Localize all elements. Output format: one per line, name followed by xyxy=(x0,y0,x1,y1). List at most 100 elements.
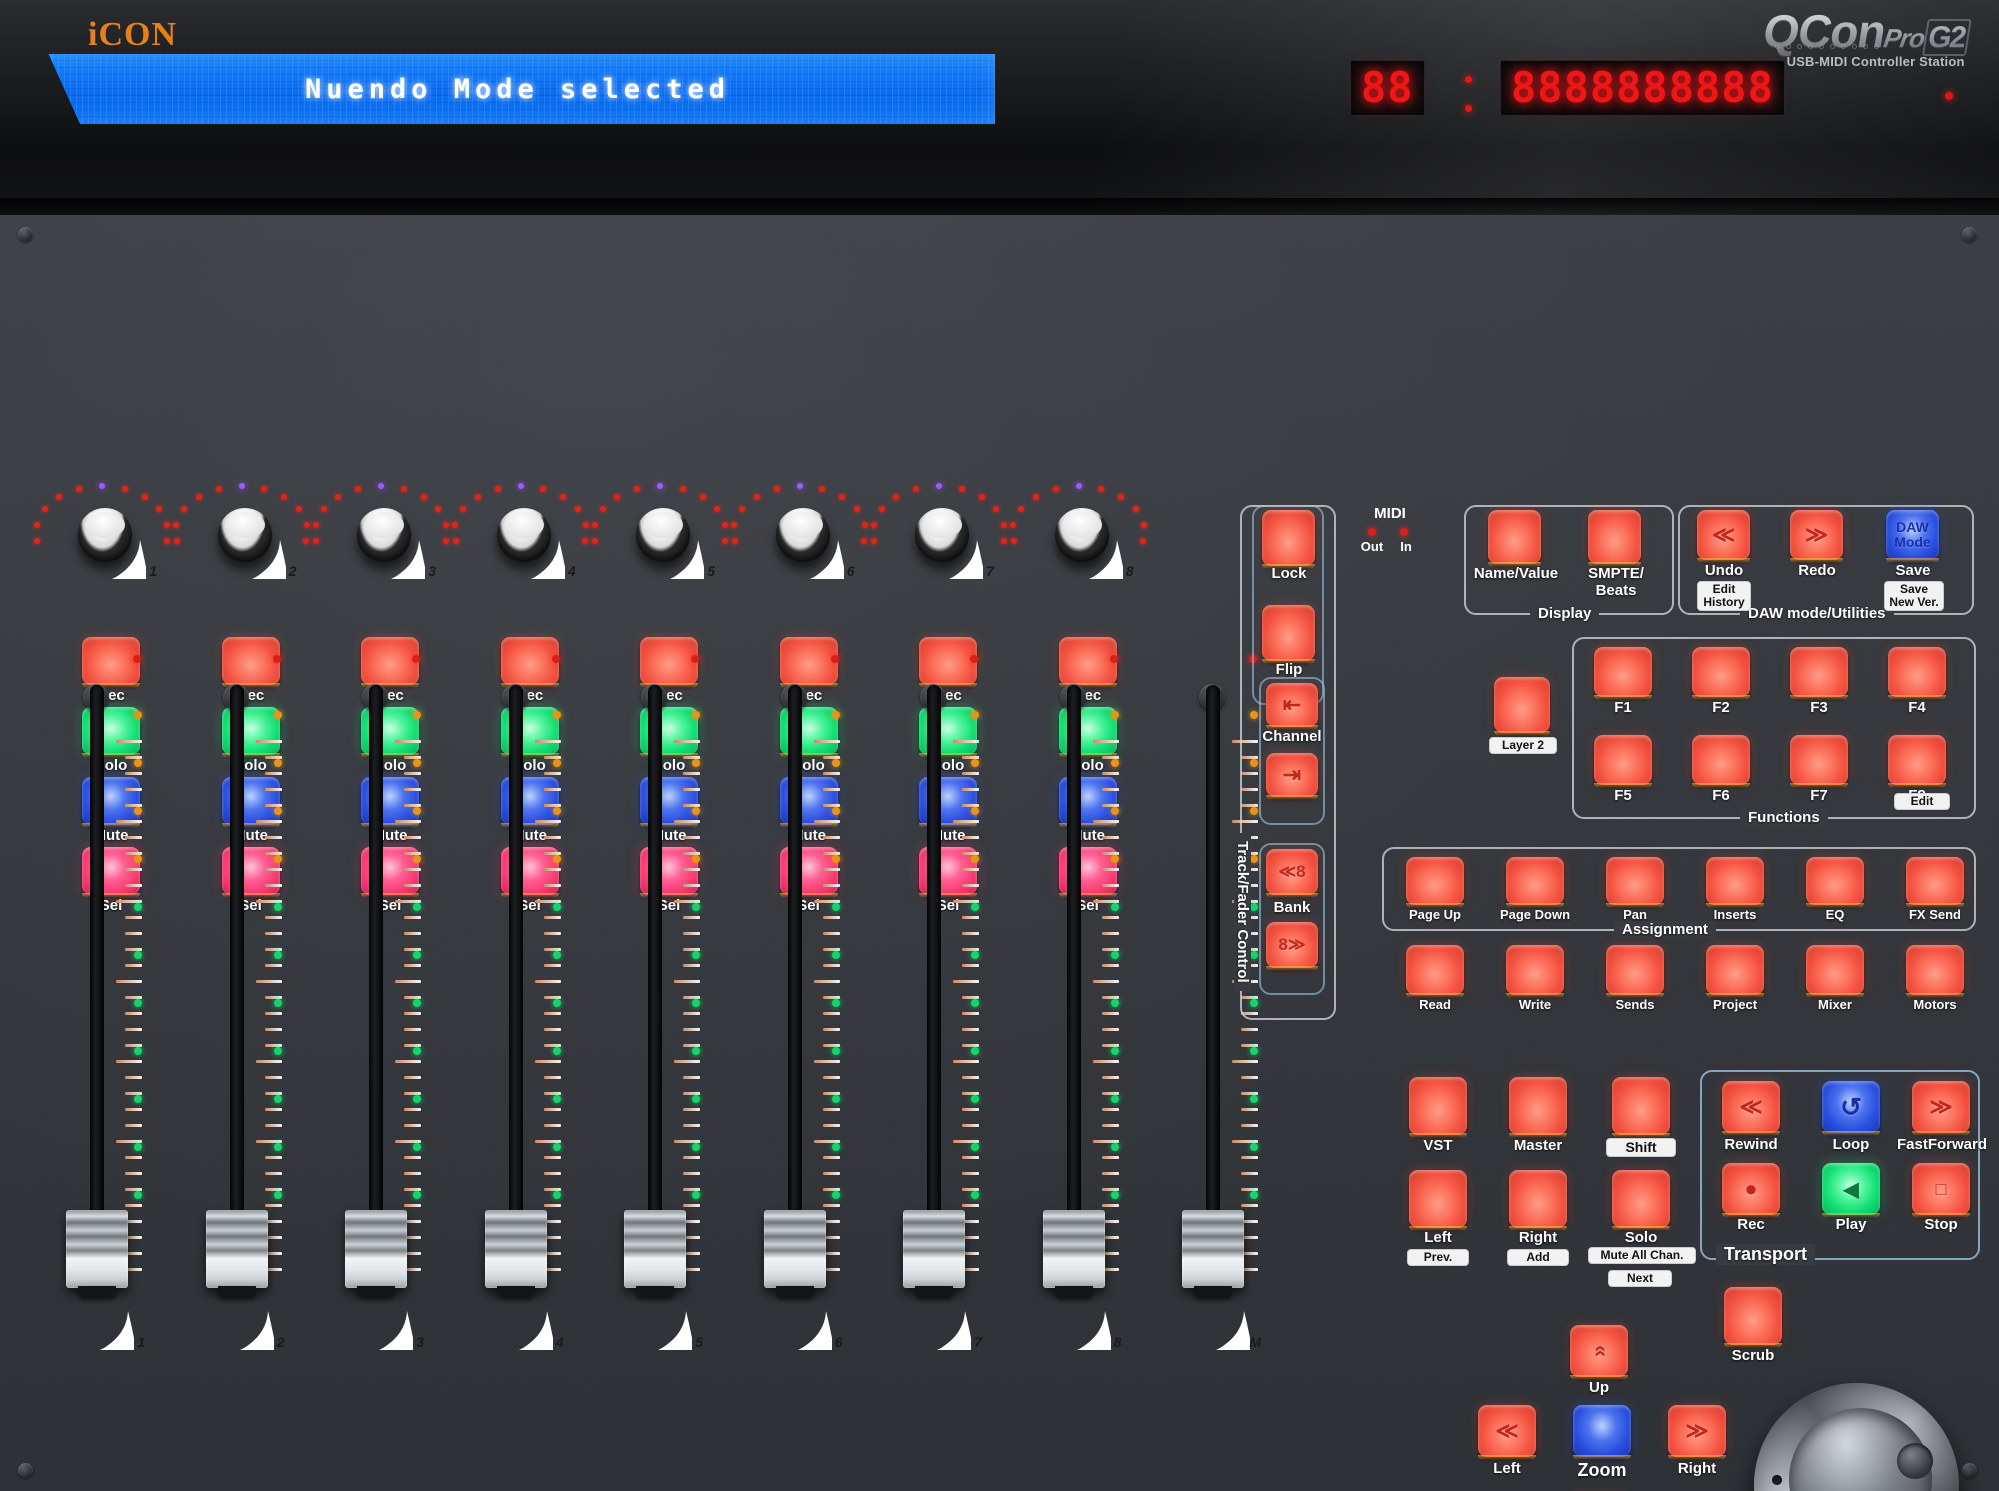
mode-button-motors[interactable] xyxy=(1906,945,1964,998)
function-key-f7[interactable] xyxy=(1790,735,1848,788)
function-key-f5[interactable] xyxy=(1594,735,1652,788)
mode-button-mixer[interactable] xyxy=(1806,945,1864,998)
assignment-button-page-up[interactable] xyxy=(1406,857,1464,908)
mode-button-read[interactable] xyxy=(1406,945,1464,998)
smpte-beats-button[interactable] xyxy=(1588,510,1641,567)
assignment-label-fx-send: FX Send xyxy=(1908,907,1961,922)
mute-label-channel-7: Mute xyxy=(930,827,966,844)
fader-peak-led xyxy=(691,655,699,663)
loop-button[interactable]: ↺ xyxy=(1822,1081,1880,1136)
fader-handle-7[interactable] xyxy=(903,1210,965,1297)
rec-button[interactable]: ● xyxy=(1722,1163,1780,1218)
fader-handle-4[interactable] xyxy=(484,1210,547,1297)
function-key-f3[interactable] xyxy=(1790,647,1848,700)
mode-button-sends[interactable] xyxy=(1606,945,1664,998)
screw-top-right xyxy=(1962,227,1977,242)
channel-prev-button[interactable]: ⇤ xyxy=(1266,683,1318,730)
rec-label-channel-7: Rec xyxy=(934,687,962,704)
fastforward-button[interactable]: ≫ xyxy=(1912,1081,1970,1136)
redo-button[interactable]: ≫ xyxy=(1790,510,1843,563)
scrub-button[interactable] xyxy=(1724,1287,1782,1348)
lock-button[interactable] xyxy=(1262,510,1315,569)
fader-handle-8[interactable] xyxy=(1042,1210,1105,1297)
function-key-label-f5: F5 xyxy=(1614,787,1632,804)
bank-prev-button[interactable]: ≪8 xyxy=(1266,849,1318,898)
fader-handle-5[interactable] xyxy=(624,1210,686,1297)
rec-button-channel-6[interactable] xyxy=(779,637,838,688)
undo-label: Undo xyxy=(1704,562,1744,579)
function-key-label-f2: F2 xyxy=(1712,699,1730,716)
bank-next-button[interactable]: 8≫ xyxy=(1266,922,1318,971)
fader-handle-1[interactable] xyxy=(66,1210,128,1297)
channel-number: 2 xyxy=(288,563,297,579)
rec-button-channel-8[interactable] xyxy=(1058,637,1117,688)
fader-track-1 xyxy=(90,685,104,1275)
chevron-up-icon: » xyxy=(1586,1344,1611,1358)
mode-button-project[interactable] xyxy=(1706,945,1764,998)
rec-button-channel-2[interactable] xyxy=(221,637,280,688)
qcon-pro-g2-controller: iCON QConProG2 USB-MIDI Controller Stati… xyxy=(0,0,1999,1491)
jog-wheel[interactable] xyxy=(1754,1383,1959,1491)
fader-handle-6[interactable] xyxy=(763,1210,826,1297)
shift-button[interactable] xyxy=(1612,1077,1670,1138)
rec-button-channel-7[interactable] xyxy=(919,637,977,688)
stop-label: Stop xyxy=(1924,1216,1958,1233)
assignment-button-page-down[interactable] xyxy=(1506,857,1564,908)
fader-number: M xyxy=(1249,1334,1261,1350)
loop-icon: ↺ xyxy=(1840,1091,1862,1122)
rec-button-channel-5[interactable] xyxy=(640,637,698,688)
undo-button[interactable]: ≪ xyxy=(1697,510,1750,563)
assignment-label-eq: EQ xyxy=(1825,907,1845,922)
play-button[interactable]: ◀ xyxy=(1822,1163,1880,1218)
sel-label-channel-5: Sel xyxy=(657,897,681,914)
nav-right-button[interactable]: ≫ xyxy=(1668,1405,1726,1460)
function-key-label-f7: F7 xyxy=(1810,787,1828,804)
bank-prev-icon: ≪8 xyxy=(1278,862,1306,881)
rewind-icon: ≪ xyxy=(1739,1094,1763,1119)
mode-button-write[interactable] xyxy=(1506,945,1564,998)
left-prev-button[interactable] xyxy=(1409,1170,1467,1231)
rec-button-channel-3[interactable] xyxy=(361,637,419,688)
sel-label-channel-8: Sel xyxy=(1076,897,1099,914)
solo-mute-all-button[interactable] xyxy=(1612,1170,1670,1231)
fader-number: 4 xyxy=(555,1334,564,1350)
rec-button-channel-4[interactable] xyxy=(500,637,559,688)
nav-up-button[interactable]: » xyxy=(1570,1325,1628,1380)
channel-next-button[interactable]: ⇥ xyxy=(1266,753,1318,800)
fader-number-flag: 7 xyxy=(937,1310,989,1354)
chevron-left-icon: ≪ xyxy=(1495,1418,1519,1443)
fader-handle-3[interactable] xyxy=(345,1210,407,1297)
assignment-button-fx-send[interactable] xyxy=(1906,857,1964,908)
right-add-button[interactable] xyxy=(1509,1170,1567,1231)
rewind-button[interactable]: ≪ xyxy=(1722,1081,1780,1136)
fader-handle-M[interactable] xyxy=(1182,1210,1244,1297)
stop-button[interactable]: □ xyxy=(1912,1163,1970,1218)
flip-button[interactable] xyxy=(1262,605,1315,664)
nav-left-button[interactable]: ≪ xyxy=(1478,1405,1536,1460)
fader-number-flag: 2 xyxy=(239,1310,292,1354)
fader-handle-2[interactable] xyxy=(205,1210,268,1297)
sel-label-channel-6: Sel xyxy=(797,897,820,914)
function-key-f2[interactable] xyxy=(1692,647,1750,700)
vst-button[interactable] xyxy=(1409,1077,1467,1138)
function-key-f4[interactable] xyxy=(1888,647,1946,700)
function-key-f8[interactable] xyxy=(1888,735,1946,788)
channel-number: 4 xyxy=(567,563,576,579)
assignment-button-inserts[interactable] xyxy=(1706,857,1764,908)
name-value-button[interactable] xyxy=(1488,510,1541,567)
layer2-button[interactable] xyxy=(1494,677,1550,736)
sel-label-channel-1: Sel xyxy=(99,897,123,914)
function-key-f1[interactable] xyxy=(1594,647,1652,700)
rec-button-channel-1[interactable] xyxy=(82,637,140,688)
zoom-button[interactable] xyxy=(1573,1405,1631,1460)
function-key-f6[interactable] xyxy=(1692,735,1750,788)
undo-icon: ≪ xyxy=(1711,522,1736,547)
assignment-button-pan[interactable] xyxy=(1606,857,1664,908)
fader-peak-led xyxy=(272,655,281,663)
save-daw-mode-button[interactable]: DAW Mode xyxy=(1886,510,1939,563)
fader-track-8 xyxy=(1066,685,1081,1275)
master-button[interactable] xyxy=(1509,1077,1567,1138)
segment-display-small: 88 xyxy=(1350,60,1425,116)
fader-peak-led xyxy=(830,655,839,663)
assignment-button-eq[interactable] xyxy=(1806,857,1864,908)
